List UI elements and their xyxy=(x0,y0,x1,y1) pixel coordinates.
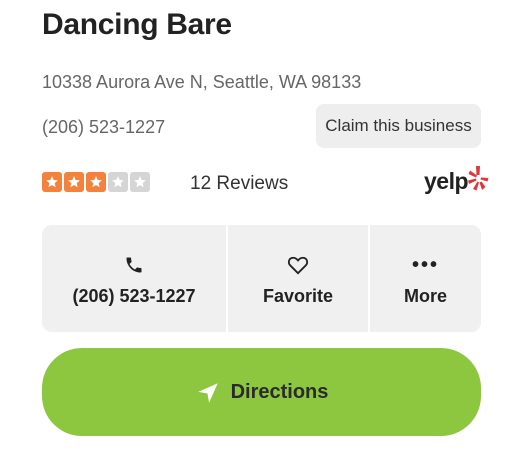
action-bar: (206) 523-1227 Favorite ••• More xyxy=(42,225,481,332)
business-phone[interactable]: (206) 523-1227 xyxy=(42,117,165,138)
favorite-button-label: Favorite xyxy=(262,286,334,306)
business-name: Dancing Bare xyxy=(42,8,232,41)
call-button[interactable]: (206) 523-1227 xyxy=(42,225,228,332)
more-dots-icon: ••• xyxy=(411,254,439,276)
favorite-button[interactable]: Favorite xyxy=(228,225,370,332)
navigation-arrow-icon xyxy=(197,383,218,403)
claim-business-button[interactable]: Claim this business xyxy=(316,104,481,148)
star-rating xyxy=(42,172,150,192)
star-filled-icon xyxy=(64,172,84,192)
phone-icon xyxy=(124,250,144,280)
star-filled-icon xyxy=(86,172,106,192)
yelp-logo-text: yelp xyxy=(424,168,469,194)
call-button-label: (206) 523-1227 xyxy=(72,286,196,306)
reviews-count-link[interactable]: 12 Reviews xyxy=(190,173,288,195)
heart-icon xyxy=(287,250,309,280)
star-empty-icon xyxy=(130,172,150,192)
business-card: Dancing Bare 10338 Aurora Ave N, Seattle… xyxy=(0,0,511,451)
more-button-label: More xyxy=(403,286,447,306)
directions-button[interactable]: Directions xyxy=(42,348,481,436)
business-address[interactable]: 10338 Aurora Ave N, Seattle, WA 98133 xyxy=(42,72,361,93)
yelp-burst-icon xyxy=(468,166,489,191)
star-filled-icon xyxy=(42,172,62,192)
more-button[interactable]: ••• More xyxy=(370,225,481,332)
yelp-logo[interactable]: yelp xyxy=(424,166,489,194)
directions-button-label: Directions xyxy=(230,380,329,403)
star-empty-icon xyxy=(108,172,128,192)
